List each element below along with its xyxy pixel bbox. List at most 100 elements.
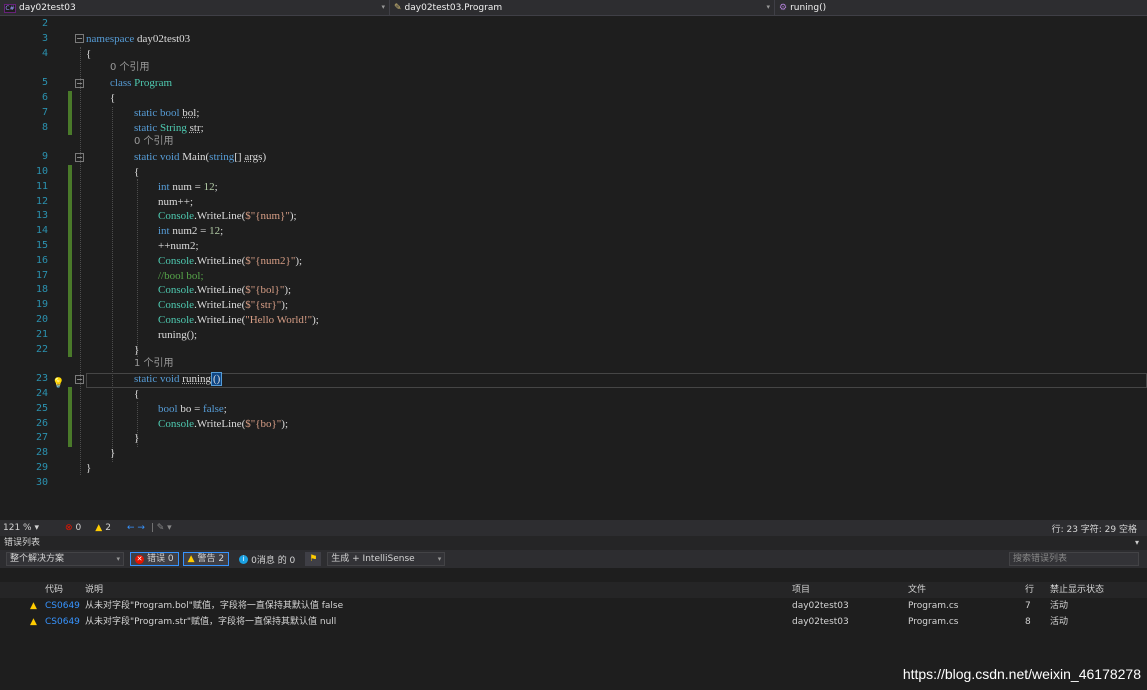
csharp-project-icon: C# (4, 3, 16, 13)
code-line: num++; (158, 195, 194, 208)
table-row[interactable]: ▲ CS0649 从未对字段"Program.bol"赋值，字段将一直保持其默认… (0, 598, 1147, 614)
code-line: Console.WriteLine($"{bo}"); (158, 417, 289, 430)
error-line: 7 (1025, 601, 1031, 611)
warning-icon: ▲ (30, 601, 37, 611)
column-header-file[interactable]: 文件 (908, 582, 926, 598)
warning-icon[interactable]: ▲ (95, 523, 102, 533)
class-dropdown-label: day02test03.Program (404, 3, 503, 13)
chevron-down-icon: ▾ (381, 3, 385, 11)
line-number: 24 (35, 388, 48, 399)
warning-count: 2 (105, 523, 111, 533)
code-line: class Program (110, 77, 173, 90)
error-list-table: 代码 说明 项目 文件 行 禁止显示状态 ▲ CS0649 从未对字段"Prog… (0, 582, 1147, 630)
error-code-link[interactable]: CS0649 (45, 614, 80, 630)
column-header-desc[interactable]: 说明 (85, 582, 103, 598)
error-desc: 从未对字段"Program.bol"赋值，字段将一直保持其默认值 false (85, 601, 344, 611)
line-number: 19 (35, 299, 48, 311)
code-line: runing(); (158, 328, 198, 341)
line-number: 14 (35, 225, 48, 237)
error-suppress: 活动 (1050, 617, 1069, 627)
line-number: 13 (35, 210, 48, 222)
code-area[interactable]: namespace day02test03 { 0 个引用 class Prog… (86, 17, 1147, 520)
fold-toggle-icon[interactable]: − (75, 34, 84, 43)
line-number: 11 (35, 180, 48, 192)
codelens-references[interactable]: 0 个引用 (134, 135, 174, 150)
project-dropdown[interactable]: C# day02test03 ▾ (0, 0, 390, 16)
error-list-toolbar: 整个解决方案 ▾ ✕ 错误 0 ▲ 警告 2 i 0消息 的 0 ⚑ 生成 + … (0, 550, 1147, 568)
line-number: 4 (41, 47, 48, 59)
code-line: int num2 = 12; (158, 225, 224, 238)
code-line: Console.WriteLine("Hello World!"); (158, 314, 319, 326)
error-project: day02test03 (792, 617, 849, 627)
line-number: 20 (35, 314, 48, 325)
table-row[interactable]: ▲ CS0649 从未对字段"Program.str"赋值，字段将一直保持其默认… (0, 614, 1147, 630)
cleanup-icon[interactable]: | ✎ ▾ (151, 523, 172, 533)
filter-icon[interactable]: ⚑ (305, 552, 322, 566)
pin-dropdown-icon[interactable]: ▾ (1135, 538, 1139, 547)
error-file: Program.cs (908, 617, 959, 627)
lightbulb-icon[interactable]: 💡 (52, 378, 64, 389)
error-desc: 从未对字段"Program.str"赋值，字段将一直保持其默认值 null (85, 617, 337, 627)
code-editor[interactable]: 2 3 4 5 6 7 8 9 10 11 12 13 14 15 16 17 … (0, 17, 1147, 520)
code-line: static void Main(string[] args) (134, 151, 267, 164)
info-icon: i (239, 554, 249, 564)
error-icon[interactable]: ⊗ (65, 523, 73, 533)
navigate-arrows[interactable]: ← → (127, 523, 145, 533)
line-number: 30 (35, 476, 48, 488)
error-file: Program.cs (908, 601, 959, 611)
line-number: 23 (35, 373, 48, 385)
line-number: 16 (35, 254, 48, 266)
code-line: bool bo = false; (158, 402, 227, 415)
line-number: 10 (35, 166, 48, 177)
current-line-highlight (86, 373, 1147, 388)
member-dropdown-label: runing() (790, 3, 827, 13)
messages-filter-button[interactable]: i 0消息 的 0 (235, 552, 299, 566)
code-line: Console.WriteLine($"{bol}"); (158, 284, 292, 297)
error-list-search-input[interactable]: 搜索错误列表 (1009, 552, 1139, 566)
change-marker (68, 387, 72, 447)
codelens-references[interactable]: 0 个引用 (110, 61, 150, 76)
watermark-text: https://blog.csdn.net/weixin_46178278 (902, 666, 1141, 682)
zoom-dropdown[interactable]: 121 % ▾ (0, 523, 55, 533)
code-line: { (110, 92, 116, 104)
class-dropdown[interactable]: ✎ day02test03.Program ▾ (390, 0, 775, 16)
line-number: 18 (35, 284, 48, 296)
code-line: { (134, 166, 140, 178)
build-filter-dropdown[interactable]: 生成 + IntelliSense ▾ (327, 552, 446, 566)
error-count: 0 (75, 523, 82, 533)
codelens-references[interactable]: 1 个引用 (134, 357, 174, 372)
change-marker (68, 165, 72, 357)
scope-dropdown[interactable]: 整个解决方案 ▾ (6, 552, 124, 566)
chevron-down-icon: ▾ (116, 555, 120, 563)
warnings-filter-button[interactable]: ▲ 警告 2 (182, 552, 230, 566)
project-dropdown-label: day02test03 (19, 3, 76, 13)
line-number: 12 (35, 195, 48, 207)
column-header-line[interactable]: 行 (1025, 582, 1034, 598)
code-line: static bool bol; (134, 106, 200, 119)
line-number: 7 (41, 106, 48, 118)
code-line: namespace day02test03 (86, 32, 191, 45)
column-header-code[interactable]: 代码 (45, 582, 63, 598)
chevron-down-icon: ▾ (437, 555, 442, 563)
errors-filter-button[interactable]: ✕ 错误 0 (130, 552, 179, 566)
error-code-link[interactable]: CS0649 (45, 598, 80, 614)
line-number: 5 (41, 77, 48, 89)
chevron-down-icon: ▾ (766, 3, 770, 11)
line-number: 21 (35, 328, 48, 340)
line-number: 26 (35, 417, 48, 429)
code-line: Console.WriteLine($"{num2}"); (158, 254, 303, 267)
column-header-suppress[interactable]: 禁止显示状态 (1050, 582, 1104, 598)
indent-guide (80, 47, 81, 475)
member-dropdown[interactable]: ⚙ runing() (775, 0, 1147, 16)
code-line: static void runing() (134, 372, 223, 387)
code-line: } (110, 447, 116, 460)
code-line: static String str; (134, 121, 204, 134)
line-number: 17 (35, 269, 48, 281)
line-number: 15 (35, 240, 48, 251)
column-header-project[interactable]: 项目 (792, 582, 810, 598)
line-number: 27 (35, 432, 48, 444)
error-list-panel: 错误列表 ▾ 整个解决方案 ▾ ✕ 错误 0 ▲ 警告 2 i 0消息 的 0 … (0, 536, 1147, 690)
code-line: Console.WriteLine($"{num}"); (158, 210, 297, 223)
warning-icon: ▲ (187, 554, 195, 564)
error-line: 8 (1025, 617, 1031, 627)
